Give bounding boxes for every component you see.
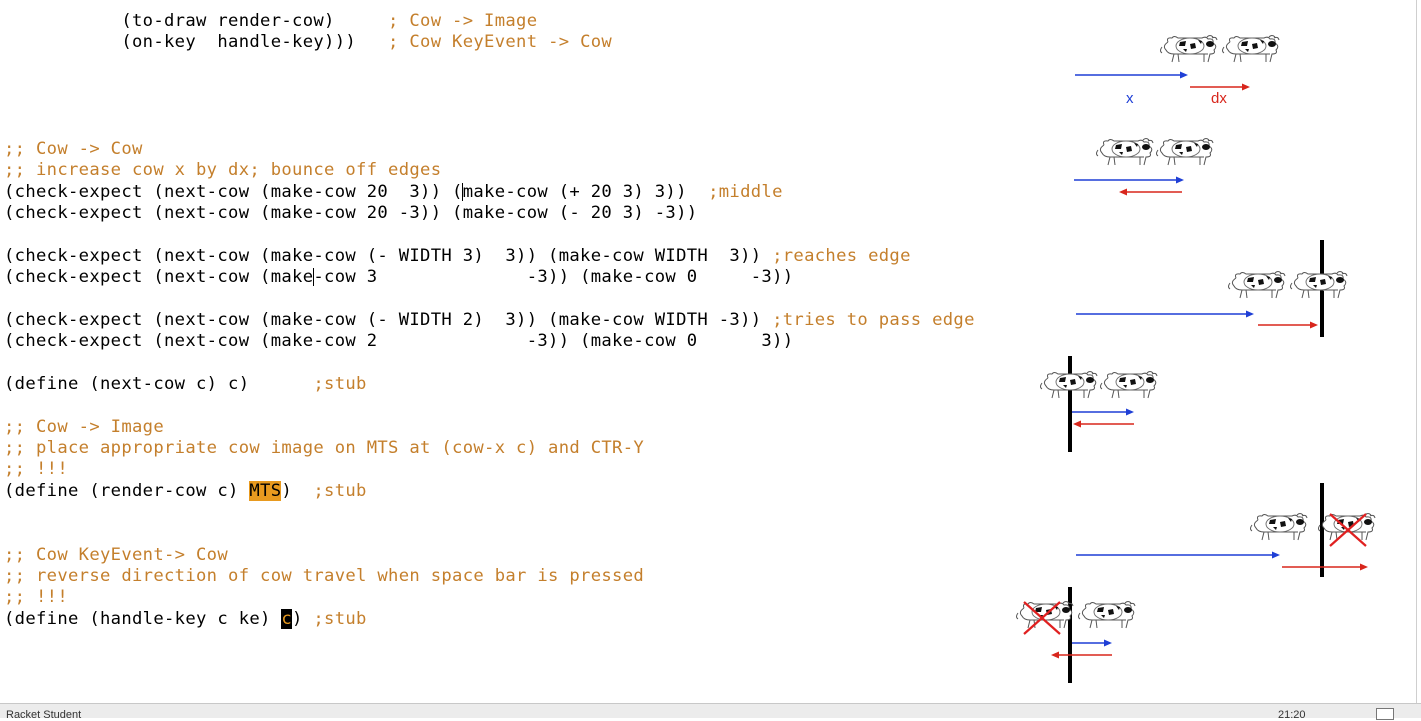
- right-edge-wall: [1320, 483, 1324, 577]
- dx-label: dx: [1211, 90, 1227, 107]
- cow-icon: [1222, 35, 1280, 63]
- x-label: x: [1126, 90, 1134, 107]
- status-bar: Racket Student 21:20: [0, 703, 1421, 721]
- arrow-left-icon: [1073, 420, 1081, 428]
- left-edge-wall: [1068, 356, 1072, 452]
- cow-movement-diagrams: x dx: [1016, 35, 1376, 683]
- arrow-left-icon: [1051, 651, 1059, 659]
- arrow-right-icon: [1126, 408, 1134, 416]
- arrow-right-icon: [1180, 71, 1188, 79]
- arrow-right-icon: [1242, 83, 1250, 91]
- language-indicator[interactable]: Racket Student: [6, 709, 81, 721]
- left-edge-wall: [1068, 587, 1072, 683]
- arrow-right-icon: [1360, 563, 1368, 571]
- cursor-position: 21:20: [1278, 709, 1306, 721]
- cow-icon: [1318, 513, 1376, 541]
- cow-icon: [1156, 138, 1214, 166]
- arrow-right-icon: [1310, 321, 1318, 329]
- arrow-left-icon: [1119, 188, 1127, 196]
- editor-scrollbar[interactable]: [1416, 0, 1417, 703]
- cow-icon: [1250, 513, 1308, 541]
- cow-icon: [1290, 271, 1348, 299]
- cow-icon: [1078, 601, 1136, 629]
- arrow-right-icon: [1246, 310, 1254, 318]
- arrow-right-icon: [1176, 176, 1184, 184]
- cow-icon: [1228, 271, 1286, 299]
- cow-icon: [1100, 371, 1158, 399]
- cow-icon: [1096, 138, 1154, 166]
- arrow-right-icon: [1272, 551, 1280, 559]
- arrow-right-icon: [1104, 639, 1112, 647]
- cow-icon: [1160, 35, 1218, 63]
- status-indicator-box: [1376, 708, 1394, 720]
